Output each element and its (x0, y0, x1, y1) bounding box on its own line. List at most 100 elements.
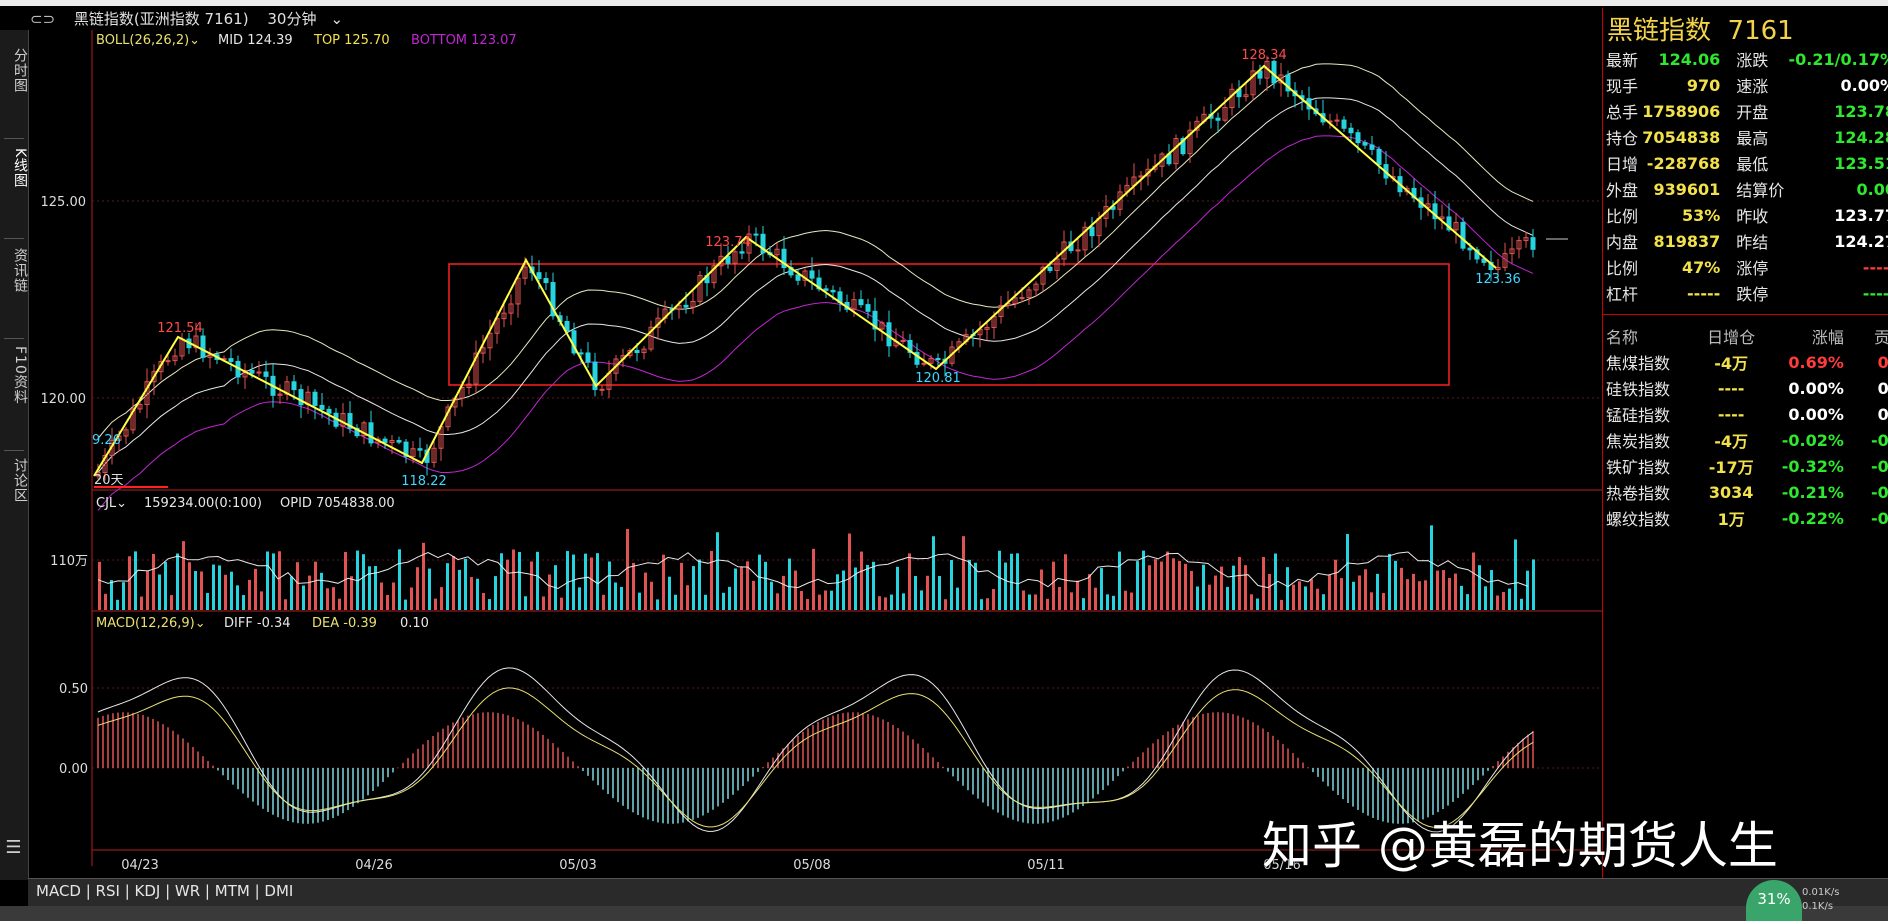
volume-bar (194, 571, 197, 610)
list-item[interactable]: 热卷指数 3034 -0.21% -0.2 (1606, 479, 1888, 505)
nav-item-discussion[interactable]: 讨论区 (0, 458, 28, 503)
nav-item-intraday[interactable]: 分时图 (0, 48, 28, 93)
quote-row: 杠杆 ----- 跌停 ----- (1606, 280, 1888, 306)
nav-item-news[interactable]: 资讯链 (0, 248, 28, 293)
volume-bar (1280, 599, 1283, 610)
column-header[interactable]: 日增仓 (1693, 323, 1770, 349)
nav-item-kline[interactable]: K线图 (0, 148, 28, 188)
quote-label: 涨跌 (1736, 51, 1769, 70)
volume-bar (548, 574, 551, 610)
volume-bar (338, 598, 341, 610)
volume-bar (1322, 594, 1325, 610)
download-speed: 0.1K/s (1802, 901, 1834, 912)
price-axis-label: 120.00 (41, 392, 87, 407)
volume-title[interactable]: CJL⌄ (96, 496, 127, 511)
volume-bar (758, 554, 761, 610)
list-item[interactable]: 铁矿指数 -17万 -0.32% -0.2 (1606, 453, 1888, 479)
volume-bar (1520, 598, 1523, 610)
volume-bar (1016, 553, 1019, 610)
quote-panel: 黑链指数 7161 最新 124.06 涨跌 -0.21/0.17% 现手 970 速涨 0.… (1602, 8, 1888, 878)
list-item[interactable]: 锰硅指数 ---- 0.00% 0.0 (1606, 401, 1888, 427)
volume-bar (926, 575, 929, 610)
volume-bar (140, 596, 143, 610)
quote-row: 最新 124.06 涨跌 -0.21/0.17% (1606, 46, 1888, 72)
column-header[interactable]: 贡献 (1844, 323, 1888, 349)
index-change: -0.32% (1781, 456, 1844, 476)
volume-bar (1436, 570, 1439, 610)
quote-row: 总手1758906 开盘 123.78 (1606, 98, 1888, 124)
volume-bar (956, 587, 959, 610)
index-change: 0.00% (1788, 378, 1844, 398)
nav-item-f10[interactable]: F10资料 (0, 346, 28, 405)
volume-bar (518, 552, 521, 610)
candle (1467, 247, 1473, 251)
candle (599, 388, 605, 391)
list-item[interactable]: 硅铁指数 ---- 0.00% 0.0 (1606, 375, 1888, 401)
volume-bar (260, 591, 263, 610)
period-selector[interactable]: 30分钟 ⌄ (267, 10, 357, 28)
boll-title[interactable]: BOLL(26,26,2)⌄ (96, 33, 200, 48)
candle (536, 272, 542, 280)
quote-value: 123.51 (1834, 153, 1888, 173)
volume-bar (1202, 564, 1205, 610)
volume-bar (320, 572, 323, 610)
quote-table: 最新 124.06 涨跌 -0.21/0.17% 现手 970 速涨 0.00% 总手17589… (1606, 46, 1888, 306)
volume-bar (182, 541, 185, 610)
quote-label: 最低 (1736, 155, 1769, 174)
chevron-down-icon: ⌄ (116, 496, 127, 511)
volume-opid: OPID 7054838.00 (280, 496, 395, 511)
volume-bar (1508, 588, 1511, 610)
volume-bar (722, 592, 725, 610)
candle (319, 404, 325, 410)
candle (865, 304, 871, 312)
volume-bar (566, 551, 569, 610)
volume-bar (458, 569, 461, 610)
candle (900, 339, 906, 342)
volume-bar (1214, 575, 1217, 610)
candle (396, 440, 402, 443)
volume-bar (680, 562, 683, 610)
volume-bar (452, 556, 455, 610)
watermark: 知乎 @黄磊的期货人生 (1262, 817, 1778, 875)
index-change: -0.02% (1781, 430, 1844, 450)
volume-bar (488, 599, 491, 610)
list-item[interactable]: 螺纹指数 1万 -0.22% -0.2 (1606, 505, 1888, 531)
index-name: 铁矿指数 (1606, 458, 1671, 477)
volume-bar (1292, 584, 1295, 610)
volume-bar (770, 581, 773, 610)
menu-icon[interactable]: ☰ (0, 839, 28, 857)
macd-axis-label: 0.00 (59, 762, 88, 777)
macd-title[interactable]: MACD(12,26,9)⌄ (96, 616, 206, 631)
boll-top: TOP 125.70 (313, 33, 390, 48)
quote-value: 970 (1686, 75, 1721, 95)
volume-bar (962, 536, 965, 610)
volume-bar (1022, 590, 1025, 610)
index-change: -0.21% (1781, 482, 1844, 502)
volume-bar (602, 594, 605, 610)
volume-bar (1136, 561, 1139, 610)
index-change: -0.22% (1781, 508, 1844, 528)
indicator-tabs[interactable]: MACD | RSI | KDJ | WR | MTM | DMI (36, 882, 293, 900)
quote-value: 0.00 (1856, 179, 1888, 199)
volume-bar (1532, 559, 1535, 610)
volume-bar (986, 598, 989, 610)
list-item[interactable]: 焦煤指数 -4万 0.69% 0.9 (1606, 349, 1888, 375)
volume-bar (1496, 595, 1499, 610)
column-header[interactable]: 名称 (1606, 323, 1693, 349)
index-increase: -4万 (1714, 354, 1749, 373)
kline-chart[interactable]: BOLL(26,26,2)⌄ MID 124.39 TOP 125.70 BOT… (28, 30, 1602, 878)
chart-title-bar[interactable]: ⊂⊃ 黑链指数(亚洲指数 7161) 30分钟 ⌄ (30, 8, 371, 30)
volume-bar (296, 562, 299, 610)
column-header[interactable]: 涨幅 (1769, 323, 1844, 349)
list-item[interactable]: 焦炭指数 -4万 -0.02% -0.0 (1606, 427, 1888, 453)
volume-bar (860, 551, 863, 610)
volume-bar (1154, 559, 1157, 610)
quote-title: 黑链指数 7161 (1607, 16, 1794, 46)
volume-bar (1034, 594, 1037, 610)
volume-bar (404, 599, 407, 610)
volume-bar (836, 574, 839, 610)
volume-bar (1304, 586, 1307, 610)
volume-bar (992, 588, 995, 610)
volume-bar (1142, 550, 1145, 610)
volume-bar (326, 588, 329, 610)
